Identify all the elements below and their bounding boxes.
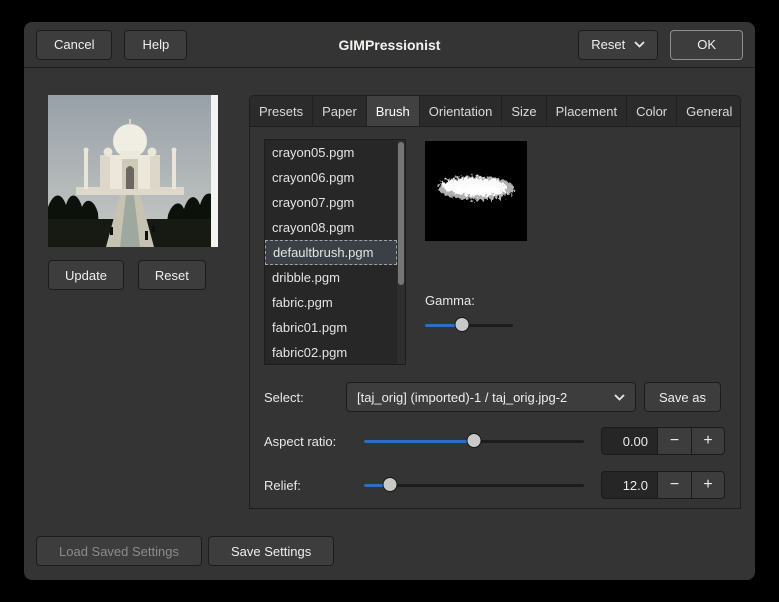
relief-spinner: 12.0 − + xyxy=(601,471,725,499)
tab-orientation[interactable]: Orientation xyxy=(420,96,503,126)
brush-file-item[interactable]: fabric01.pgm xyxy=(265,315,397,340)
brush-file-item[interactable]: crayon06.pgm xyxy=(265,165,397,190)
save-settings-button[interactable]: Save Settings xyxy=(207,536,335,566)
header-left: Cancel Help xyxy=(36,29,188,60)
header-right: Reset OK xyxy=(578,29,743,60)
brush-file-item[interactable]: defaultbrush.pgm xyxy=(265,240,397,265)
footer-bar: Load Saved Settings Save Settings xyxy=(24,522,755,580)
brush-file-list-items: crayon05.pgm crayon06.pgm crayon07.pgm cray… xyxy=(265,140,397,364)
relief-decrement-button[interactable]: − xyxy=(657,471,691,499)
aspect-ratio-decrement-button[interactable]: − xyxy=(657,427,691,455)
brush-source-value: [taj_orig] (imported)-1 / taj_orig.jpg-2 xyxy=(357,389,568,405)
settings-notebook: Presets Paper Brush Orientation Size Placemen… xyxy=(249,95,741,522)
brush-file-item[interactable]: crayon07.pgm xyxy=(265,190,397,215)
brush-file-item[interactable]: fabric.pgm xyxy=(265,290,397,315)
brush-tab-content: crayon05.pgm crayon06.pgm crayon07.pgm cray… xyxy=(249,126,741,509)
tab-presets[interactable]: Presets xyxy=(250,96,314,126)
aspect-ratio-slider[interactable] xyxy=(364,433,584,449)
tab-size[interactable]: Size xyxy=(502,96,547,126)
gamma-slider-knob[interactable] xyxy=(454,317,470,332)
tab-paper[interactable]: Paper xyxy=(313,96,367,126)
preview-reset-button[interactable]: Reset xyxy=(137,260,206,290)
aspect-ratio-slider-knob[interactable] xyxy=(466,433,482,448)
reset-dropdown-label: Reset xyxy=(591,37,626,52)
load-saved-settings-button[interactable]: Load Saved Settings xyxy=(36,536,202,566)
main-area: Update Reset Presets Paper Brush Orientatio… xyxy=(24,68,755,522)
aspect-ratio-value[interactable]: 0.00 xyxy=(601,427,657,455)
aspect-ratio-spinner: 0.00 − + xyxy=(601,427,725,455)
relief-slider[interactable] xyxy=(364,477,584,493)
tab-brush[interactable]: Brush xyxy=(366,96,420,126)
ok-button[interactable]: OK xyxy=(670,29,743,60)
relief-label: Relief: xyxy=(264,477,301,493)
gamma-label: Gamma: xyxy=(425,293,475,308)
reset-dropdown-button[interactable]: Reset xyxy=(578,29,659,60)
brush-file-item[interactable]: dribble.pgm xyxy=(265,265,397,290)
preview-image xyxy=(48,95,218,247)
tab-color[interactable]: Color xyxy=(627,96,678,126)
tab-general[interactable]: General xyxy=(677,96,740,126)
gamma-slider[interactable] xyxy=(425,317,513,333)
relief-increment-button[interactable]: + xyxy=(691,471,725,499)
chevron-down-icon xyxy=(634,41,645,48)
aspect-ratio-label: Aspect ratio: xyxy=(264,433,337,449)
brush-top-section: crayon05.pgm crayon06.pgm crayon07.pgm cray… xyxy=(264,139,726,365)
relief-slider-knob[interactable] xyxy=(382,477,398,492)
scrollbar[interactable] xyxy=(397,140,405,364)
header-bar: Cancel Help GIMPressionist Reset OK xyxy=(24,22,755,68)
brush-preview-image xyxy=(425,141,527,241)
brush-preview-stack: Gamma: xyxy=(425,139,527,365)
tab-placement[interactable]: Placement xyxy=(547,96,628,126)
preview-panel: Update Reset xyxy=(40,68,234,522)
gimpressionist-dialog: Cancel Help GIMPressionist Reset OK Upda… xyxy=(24,22,755,580)
save-as-button[interactable]: Save as xyxy=(644,382,721,412)
brush-file-list: crayon05.pgm crayon06.pgm crayon07.pgm cray… xyxy=(264,139,406,365)
update-button[interactable]: Update xyxy=(48,260,124,290)
help-button[interactable]: Help xyxy=(124,29,188,60)
brush-source-select[interactable]: [taj_orig] (imported)-1 / taj_orig.jpg-2 xyxy=(346,382,636,412)
select-label: Select: xyxy=(264,389,304,405)
brush-file-item[interactable]: crayon05.pgm xyxy=(265,140,397,165)
aspect-ratio-row: Aspect ratio: 0.00 − + xyxy=(264,426,726,456)
select-row: Select: [taj_orig] (imported)-1 / taj_or… xyxy=(264,382,726,412)
brush-file-item[interactable]: fabric02.pgm xyxy=(265,340,397,364)
relief-row: Relief: 12.0 − + xyxy=(264,470,726,500)
aspect-ratio-increment-button[interactable]: + xyxy=(691,427,725,455)
chevron-down-icon xyxy=(614,393,625,401)
brush-file-item[interactable]: crayon08.pgm xyxy=(265,215,397,240)
cancel-button[interactable]: Cancel xyxy=(36,29,113,60)
preview-buttons: Update Reset xyxy=(48,260,234,290)
tab-bar: Presets Paper Brush Orientation Size Placemen… xyxy=(249,95,741,126)
scrollbar-thumb[interactable] xyxy=(398,142,404,286)
relief-value[interactable]: 12.0 xyxy=(601,471,657,499)
aspect-ratio-slider-fill xyxy=(364,440,474,443)
